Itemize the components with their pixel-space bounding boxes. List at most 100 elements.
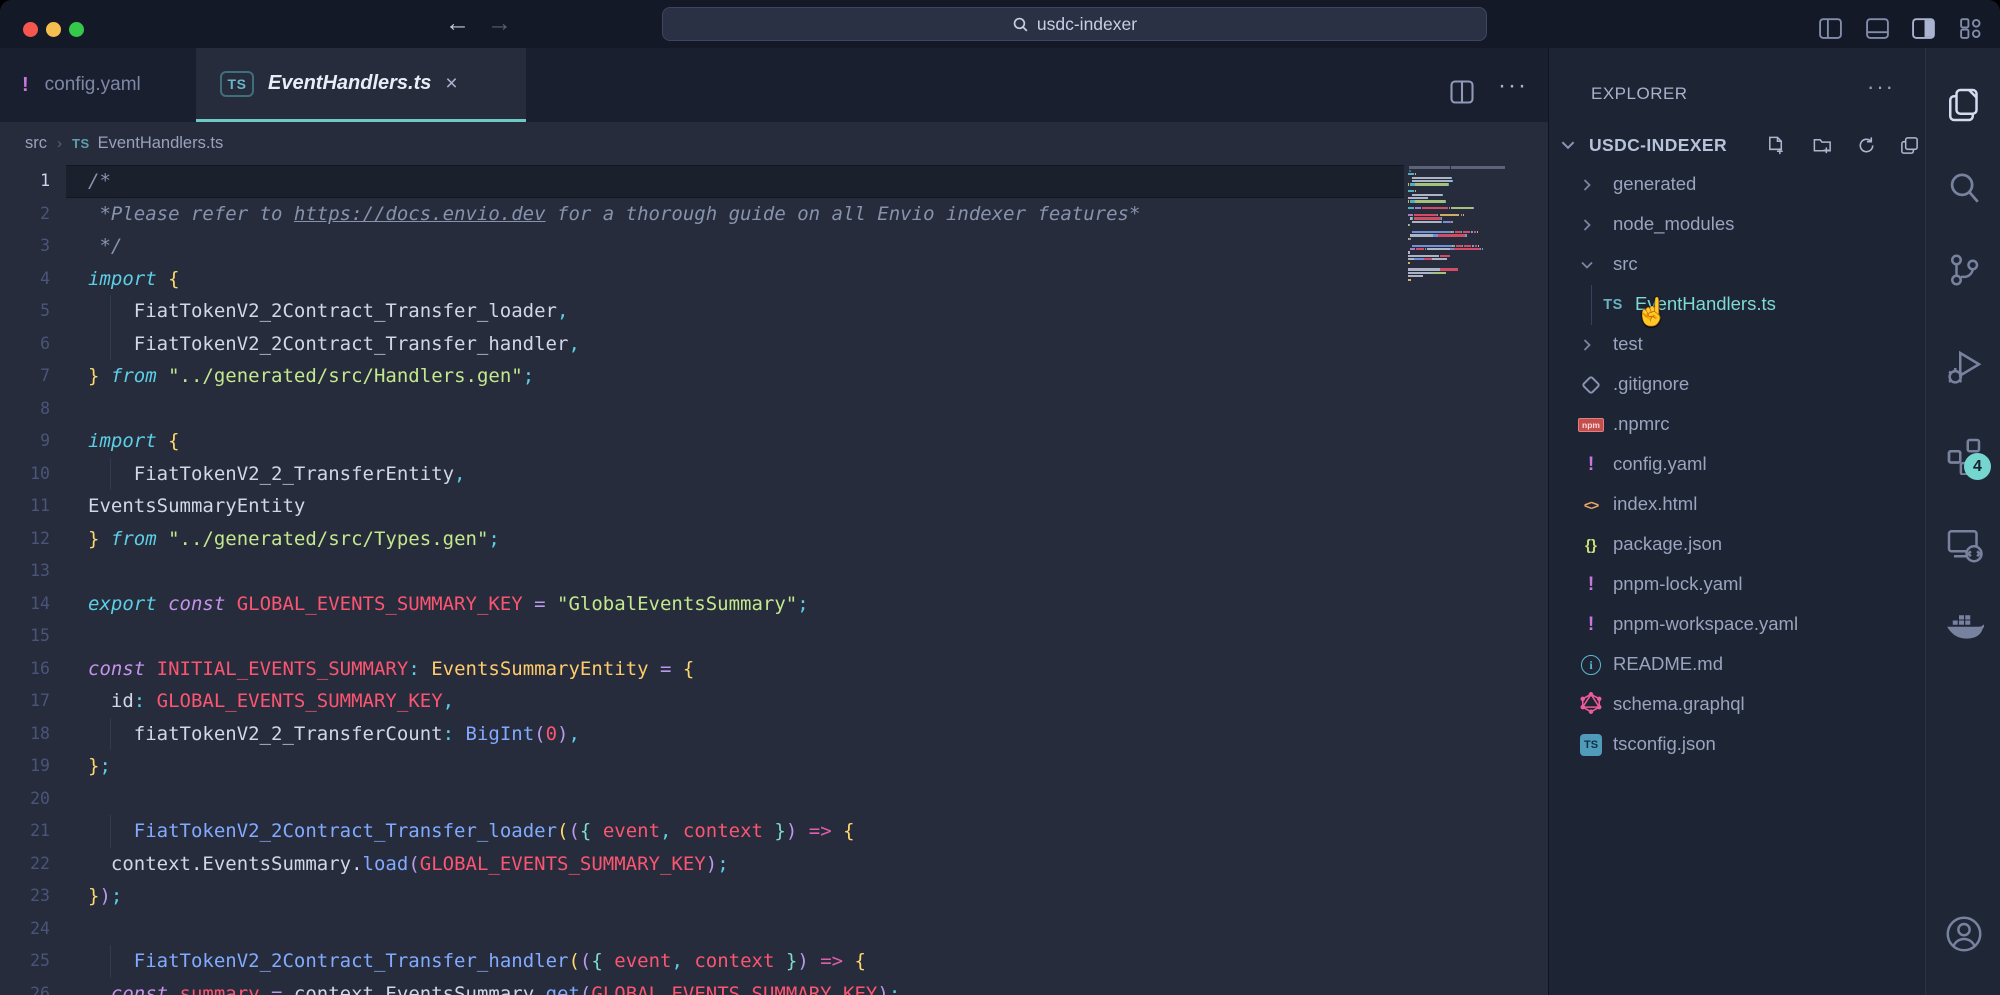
tree-item-pnpm-workspace-yaml[interactable]: !pnpm-workspace.yaml [1549,605,1925,645]
code-line-23[interactable]: 23}); [0,880,1404,913]
split-editor-icon[interactable] [1448,78,1476,106]
tree-item-package-json[interactable]: {}package.json [1549,525,1925,565]
code-token: FiatTokenV2_2Contract_Transfer_loader [88,300,557,322]
code-token: FiatTokenV2_2Contract_Transfer_loader [134,820,557,842]
tree-item-tsconfig-json[interactable]: TStsconfig.json [1549,725,1925,765]
explorer-more-actions-icon[interactable]: ··· [1867,74,1895,100]
tab-config-yaml[interactable]: ! config.yaml [0,48,180,122]
titlebar: ← → usdc-indexer [0,0,2000,48]
line-number: 21 [0,815,50,848]
code-line-17[interactable]: 17 id: GLOBAL_EVENTS_SUMMARY_KEY, [0,685,1404,718]
customize-layout-icon[interactable] [1958,16,1983,41]
tab-eventhandlers-ts[interactable]: TS EventHandlers.ts × [196,48,526,122]
code-token: ; [99,755,110,777]
tree-item-node-modules[interactable]: node_modules [1549,205,1925,245]
tree-item--gitignore[interactable]: .gitignore [1549,365,1925,405]
code-line-14[interactable]: 14export const GLOBAL_EVENTS_SUMMARY_KEY… [0,588,1404,621]
code-line-25[interactable]: 25 FiatTokenV2_2Contract_Transfer_handle… [0,945,1404,978]
code-line-4[interactable]: 4import { [0,263,1404,296]
code-line-20[interactable]: 20 [0,783,1404,816]
tree-item-pnpm-lock-yaml[interactable]: !pnpm-lock.yaml [1549,565,1925,605]
code-token: ( [580,983,591,995]
code-token: = [649,658,672,680]
minimap[interactable] [1408,165,1524,483]
account-icon[interactable] [1944,914,1984,954]
search-value: usdc-indexer [1037,14,1137,35]
breadcrumb-folder[interactable]: src [25,134,47,153]
extensions-icon[interactable]: 4 [1944,435,1984,475]
code-line-22[interactable]: 22 context.EventsSummary.load(GLOBAL_EVE… [0,848,1404,881]
code-token: "../generated/src/Handlers.gen" [168,365,523,387]
tree-item-config-yaml[interactable]: !config.yaml [1549,445,1925,485]
code-line-5[interactable]: 5 FiatTokenV2_2Contract_Transfer_loader, [0,295,1404,328]
code-line-15[interactable]: 15 [0,620,1404,653]
new-file-icon[interactable] [1766,135,1787,156]
code-token: ( [568,950,579,972]
close-tab-icon[interactable]: × [445,72,457,96]
tree-item-eventhandlers-ts[interactable]: TSEventHandlers.ts [1549,285,1925,325]
code-line-21[interactable]: 21 FiatTokenV2_2Contract_Transfer_loader… [0,815,1404,848]
docker-icon[interactable] [1944,608,1984,648]
tree-item-index-html[interactable]: <>index.html [1549,485,1925,525]
code-editor[interactable]: 1/*2 *Please refer to https://docs.envio… [0,165,1548,995]
close-window-button[interactable] [23,22,38,37]
search-icon[interactable] [1944,168,1984,208]
code-line-8[interactable]: 8 [0,393,1404,426]
project-root-row[interactable]: USDC-INDEXER [1549,128,1925,164]
toggle-primary-sidebar-icon[interactable] [1818,16,1843,41]
code-line-7[interactable]: 7} from "../generated/src/Handlers.gen"; [0,360,1404,393]
minimize-window-button[interactable] [46,22,61,37]
code-line-12[interactable]: 12} from "../generated/src/Types.gen"; [0,523,1404,556]
toggle-panel-icon[interactable] [1865,16,1890,41]
code-line-2[interactable]: 2 *Please refer to https://docs.envio.de… [0,198,1404,231]
code-token: : [443,723,454,745]
code-line-19[interactable]: 19}; [0,750,1404,783]
line-number: 10 [0,458,50,491]
tab-label: config.yaml [45,74,141,96]
code-token: ) [797,950,808,972]
new-folder-icon[interactable] [1812,135,1833,156]
code-line-26[interactable]: 26 const summary = context.EventsSummary… [0,978,1404,995]
source-control-icon[interactable] [1944,250,1984,290]
code-token: = [523,593,546,615]
tree-item-schema-graphql[interactable]: schema.graphql [1549,685,1925,725]
code-line-18[interactable]: 18 fiatTokenV2_2_TransferCount: BigInt(0… [0,718,1404,751]
zoom-window-button[interactable] [69,22,84,37]
code-line-6[interactable]: 6 FiatTokenV2_2Contract_Transfer_handler… [0,328,1404,361]
tree-item-readme-md[interactable]: iREADME.md [1549,645,1925,685]
code-token: { [168,268,179,290]
breadcrumb: src › TS EventHandlers.ts [0,122,1548,165]
command-center-search[interactable]: usdc-indexer [662,7,1487,41]
breadcrumb-file[interactable]: EventHandlers.ts [98,134,224,153]
forward-arrow-icon[interactable]: → [487,9,512,37]
remote-explorer-icon[interactable] [1944,525,1984,565]
code-token: context.EventsSummary. [88,853,363,875]
tree-item-label: node_modules [1613,213,1734,235]
code-line-3[interactable]: 3 */ [0,230,1404,263]
typescript-file-icon: TS [72,136,90,151]
yaml-file-icon: ! [1577,571,1605,599]
explorer-icon[interactable] [1944,85,1984,125]
code-line-1[interactable]: 1/* [0,165,1404,198]
tree-item--npmrc[interactable]: npm.npmrc [1549,405,1925,445]
back-arrow-icon[interactable]: ← [445,9,470,37]
code-token: => [809,950,843,972]
code-line-24[interactable]: 24 [0,913,1404,946]
code-token: summary [168,983,260,995]
run-debug-icon[interactable] [1944,348,1984,388]
toggle-secondary-sidebar-icon[interactable] [1911,16,1936,41]
code-line-16[interactable]: 16const INITIAL_EVENTS_SUMMARY: EventsSu… [0,653,1404,686]
code-token: event [603,950,672,972]
activity-bar: 4 [1925,48,2000,995]
more-actions-icon[interactable]: ··· [1498,72,1526,100]
code-line-11[interactable]: 11EventsSummaryEntity [0,490,1404,523]
tree-item-test[interactable]: test [1549,325,1925,365]
code-line-10[interactable]: 10 FiatTokenV2_2_TransferEntity, [0,458,1404,491]
tree-item-generated[interactable]: generated [1549,165,1925,205]
refresh-icon[interactable] [1856,135,1877,156]
collapse-folders-icon[interactable] [1899,135,1920,156]
code-line-13[interactable]: 13 [0,555,1404,588]
tree-item-src[interactable]: src [1549,245,1925,285]
code-line-9[interactable]: 9import { [0,425,1404,458]
code-token: GLOBAL_EVENTS_SUMMARY_KEY [225,593,522,615]
